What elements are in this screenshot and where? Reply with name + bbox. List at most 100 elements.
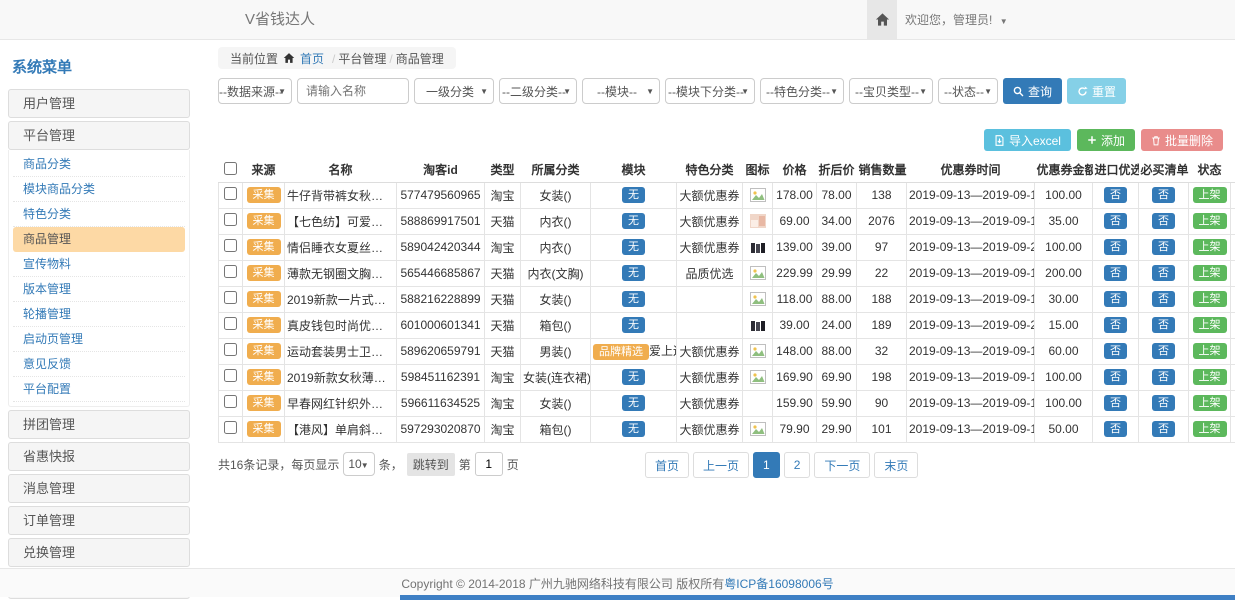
user-menu[interactable]: 欢迎您，管理员! ▼ (905, 0, 1008, 42)
cell-special-category: 大额优惠券 (677, 208, 743, 234)
row-checkbox[interactable] (224, 395, 237, 408)
sidebar-item-特色分类[interactable]: 特色分类 (13, 202, 185, 227)
must-buy-toggle[interactable]: 否 (1152, 213, 1175, 229)
broken-image-icon (750, 344, 766, 358)
must-buy-toggle[interactable]: 否 (1152, 317, 1175, 333)
cell-actions (1231, 208, 1235, 234)
module-badge[interactable]: 无 (622, 395, 645, 411)
import-select-toggle[interactable]: 否 (1104, 421, 1127, 437)
module-badge[interactable]: 无 (622, 421, 645, 437)
sidebar-item-轮播管理[interactable]: 轮播管理 (13, 302, 185, 327)
page-button-末页[interactable]: 末页 (874, 452, 918, 478)
status-badge[interactable]: 上架 (1193, 213, 1227, 229)
sidebar-item-宣传物料[interactable]: 宣传物料 (13, 252, 185, 277)
row-checkbox[interactable] (224, 343, 237, 356)
must-buy-toggle[interactable]: 否 (1152, 265, 1175, 281)
select-all-checkbox[interactable] (224, 162, 237, 175)
sidebar-item-模块商品分类[interactable]: 模块商品分类 (13, 177, 185, 202)
row-checkbox[interactable] (224, 369, 237, 382)
page-button-2[interactable]: 2 (784, 452, 811, 478)
module-badge[interactable]: 无 (622, 369, 645, 385)
sidebar-item-意见反馈[interactable]: 意见反馈 (13, 352, 185, 377)
table-row: 采集【港风】单肩斜跨链条...597293020870淘宝箱包()无大额优惠券7… (219, 416, 1235, 442)
filter-select-module[interactable]: --模块--▼ (582, 78, 660, 104)
row-checkbox[interactable] (224, 213, 237, 226)
module-badge[interactable]: 无 (622, 291, 645, 307)
import-select-toggle[interactable]: 否 (1104, 187, 1127, 203)
must-buy-toggle[interactable]: 否 (1152, 395, 1175, 411)
row-checkbox[interactable] (224, 265, 237, 278)
import-select-toggle[interactable]: 否 (1104, 265, 1127, 281)
status-badge[interactable]: 上架 (1193, 265, 1227, 281)
row-checkbox[interactable] (224, 317, 237, 330)
filter-input-name-search[interactable] (297, 78, 409, 104)
module-badge[interactable]: 无 (622, 213, 645, 229)
filter-select-item-type[interactable]: --宝贝类型--▼ (849, 78, 933, 104)
sidebar-item-版本管理[interactable]: 版本管理 (13, 277, 185, 302)
home-button[interactable] (867, 0, 897, 39)
page-button-1[interactable]: 1 (753, 452, 780, 478)
page-button-下一页[interactable]: 下一页 (814, 452, 870, 478)
row-checkbox[interactable] (224, 291, 237, 304)
module-badge[interactable]: 无 (622, 239, 645, 255)
sidebar-group-兑换管理[interactable]: 兑换管理 (8, 538, 190, 567)
filter-select-data-source[interactable]: --数据来源--▼ (218, 78, 292, 104)
add-button[interactable]: 添加 (1077, 129, 1135, 151)
import-select-toggle[interactable]: 否 (1104, 213, 1127, 229)
sidebar-item-平台配置[interactable]: 平台配置 (13, 377, 185, 402)
status-badge[interactable]: 上架 (1193, 317, 1227, 333)
import-select-toggle[interactable]: 否 (1104, 239, 1127, 255)
reset-button[interactable]: 重置 (1067, 78, 1126, 104)
status-badge[interactable]: 上架 (1193, 421, 1227, 437)
status-badge[interactable]: 上架 (1193, 239, 1227, 255)
status-badge[interactable]: 上架 (1193, 395, 1227, 411)
must-buy-toggle[interactable]: 否 (1152, 291, 1175, 307)
jump-button[interactable]: 跳转到 (407, 453, 455, 476)
sidebar-item-商品分类[interactable]: 商品分类 (13, 152, 185, 177)
must-buy-toggle[interactable]: 否 (1152, 369, 1175, 385)
status-badge[interactable]: 上架 (1193, 369, 1227, 385)
status-badge[interactable]: 上架 (1193, 291, 1227, 307)
row-checkbox[interactable] (224, 239, 237, 252)
filter-select-special-category[interactable]: --特色分类--▼ (760, 78, 844, 104)
filter-select-level1-category[interactable]: 一级分类▼ (414, 78, 494, 104)
sidebar-group-订单管理[interactable]: 订单管理 (8, 506, 190, 535)
batch-delete-button[interactable]: 批量删除 (1141, 129, 1223, 151)
module-badge[interactable]: 无 (622, 317, 645, 333)
cell-price: 39.00 (773, 312, 817, 338)
page-button-上一页[interactable]: 上一页 (693, 452, 749, 478)
row-checkbox[interactable] (224, 187, 237, 200)
must-buy-toggle[interactable]: 否 (1152, 239, 1175, 255)
must-buy-toggle[interactable]: 否 (1152, 187, 1175, 203)
per-page-select[interactable]: 10 ▼ (343, 452, 374, 476)
sidebar-group-拼团管理[interactable]: 拼团管理 (8, 410, 190, 439)
status-badge[interactable]: 上架 (1193, 343, 1227, 359)
page-button-首页[interactable]: 首页 (645, 452, 689, 478)
sidebar-group-平台管理[interactable]: 平台管理 (8, 121, 190, 150)
sidebar-item-商品管理[interactable]: 商品管理 (13, 227, 185, 252)
module-badge[interactable]: 无 (622, 265, 645, 281)
status-badge[interactable]: 上架 (1193, 187, 1227, 203)
sidebar-group-省惠快报[interactable]: 省惠快报 (8, 442, 190, 471)
module-badge[interactable]: 品牌精选 (593, 344, 649, 360)
breadcrumb-home-link[interactable]: 首页 (300, 50, 324, 67)
must-buy-toggle[interactable]: 否 (1152, 421, 1175, 437)
import-select-toggle[interactable]: 否 (1104, 395, 1127, 411)
import-select-toggle[interactable]: 否 (1104, 369, 1127, 385)
import-select-toggle[interactable]: 否 (1104, 343, 1127, 359)
sidebar-group-用户管理[interactable]: 用户管理 (8, 89, 190, 118)
jump-page-input[interactable] (475, 452, 503, 476)
sidebar-group-消息管理[interactable]: 消息管理 (8, 474, 190, 503)
filter-select-level2-category[interactable]: --二级分类--▼ (499, 78, 577, 104)
import-select-toggle[interactable]: 否 (1104, 317, 1127, 333)
import-select-toggle[interactable]: 否 (1104, 291, 1127, 307)
filter-select-module-sub-category[interactable]: --模块下分类--▼ (665, 78, 755, 104)
must-buy-toggle[interactable]: 否 (1152, 343, 1175, 359)
import-excel-button[interactable]: 导入excel (984, 129, 1071, 151)
sidebar-item-启动页管理[interactable]: 启动页管理 (13, 327, 185, 352)
module-badge[interactable]: 无 (622, 187, 645, 203)
filter-select-status[interactable]: --状态--▼ (938, 78, 998, 104)
row-checkbox[interactable] (224, 421, 237, 434)
icp-link[interactable]: 粤ICP备16098006号 (724, 575, 833, 592)
search-button[interactable]: 查询 (1003, 78, 1062, 104)
